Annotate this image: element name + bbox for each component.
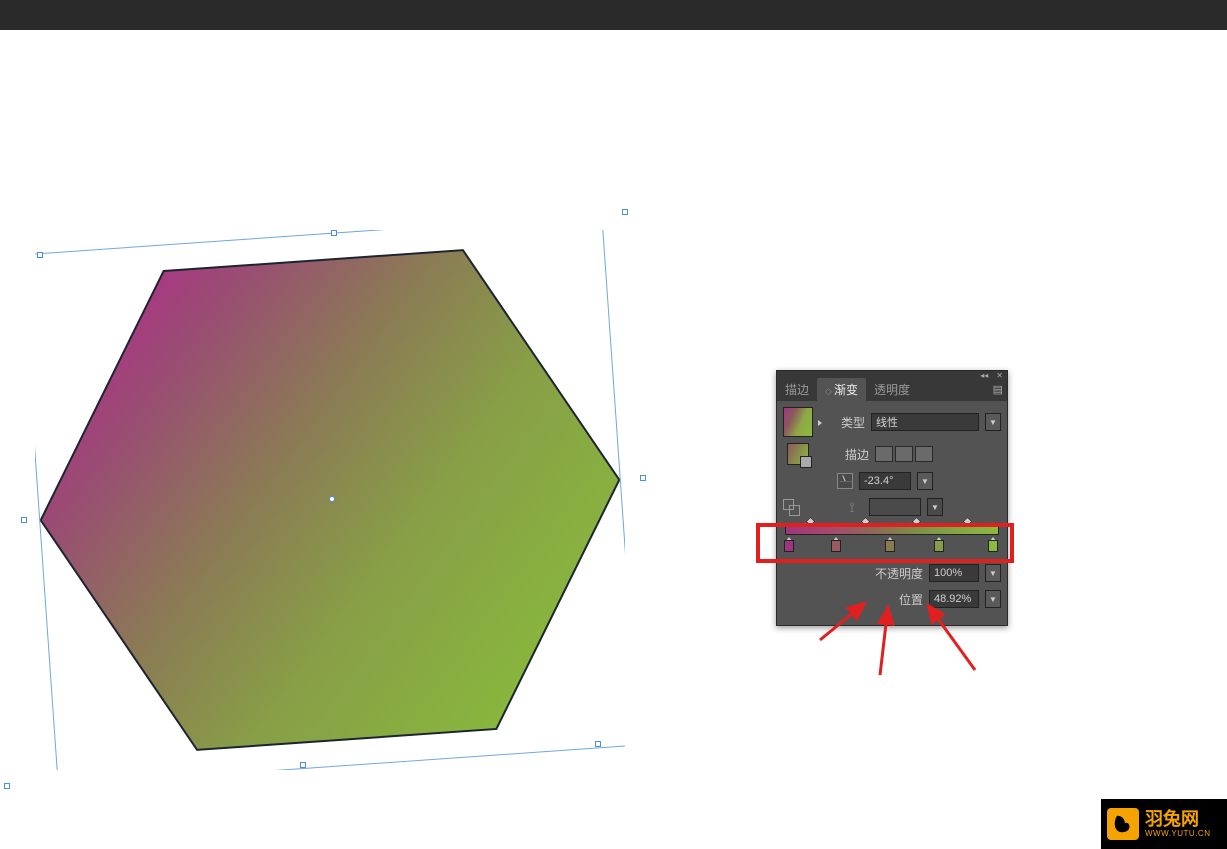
handle-bl[interactable] [4, 783, 10, 789]
gradient-stops [785, 537, 999, 555]
canvas[interactable]: ◂◂ ✕ 描边 ◇渐变 透明度 ▤ 类型 线性 ▼ 描边 [0, 30, 1227, 849]
angle-icon [837, 473, 853, 489]
angle-input[interactable]: -23.4° [859, 472, 911, 490]
panel-menu-icon[interactable]: ▤ [993, 383, 1003, 396]
opacity-stop-1[interactable] [806, 517, 816, 527]
ratio-dropdown-icon[interactable]: ▼ [927, 498, 943, 516]
opacity-input[interactable]: 100% [929, 564, 979, 582]
fill-stroke-swatch[interactable] [787, 443, 809, 465]
panel-body: 类型 线性 ▼ 描边 -23.4° ▼ [777, 401, 1007, 625]
ratio-icon: ⟟ [841, 499, 863, 516]
gradient-stop-3[interactable] [885, 537, 895, 551]
opacity-stop-2[interactable] [861, 517, 871, 527]
stroke-label: 描边 [839, 446, 869, 463]
stroke-align-3[interactable] [915, 446, 933, 462]
watermark-logo-icon [1107, 808, 1139, 840]
position-dropdown-icon[interactable]: ▼ [985, 590, 1001, 608]
watermark-cn: 羽兔网 [1145, 810, 1211, 830]
aspect-icon [783, 499, 801, 515]
watermark-en: WWW.YUTU.CN [1145, 830, 1211, 839]
stroke-align-2[interactable] [895, 446, 913, 462]
stroke-align-1[interactable] [875, 446, 893, 462]
gradient-stop-1[interactable] [784, 537, 794, 551]
handle-br[interactable] [595, 741, 601, 747]
type-label: 类型 [835, 414, 865, 431]
position-input[interactable]: 48.92% [929, 590, 979, 608]
gradient-swatch[interactable] [783, 407, 813, 437]
tab-stroke[interactable]: 描边 [777, 378, 817, 401]
opacity-stop-3[interactable] [912, 517, 922, 527]
gradient-stop-5[interactable] [988, 537, 998, 551]
stroke-align-buttons [875, 446, 933, 462]
handle-tl[interactable] [37, 252, 43, 258]
type-dropdown-icon[interactable]: ▼ [985, 413, 1001, 431]
position-label: 位置 [899, 591, 923, 608]
watermark: 羽兔网 WWW.YUTU.CN [1101, 799, 1227, 849]
handle-tr[interactable] [622, 209, 628, 215]
gradient-panel: ◂◂ ✕ 描边 ◇渐变 透明度 ▤ 类型 线性 ▼ 描边 [776, 370, 1008, 626]
angle-dropdown-icon[interactable]: ▼ [917, 472, 933, 490]
expand-icon: ◇ [825, 386, 832, 396]
panel-tabs: 描边 ◇渐变 透明度 ▤ [777, 379, 1007, 401]
handle-tm[interactable] [331, 230, 337, 236]
app-toolbar [0, 0, 1227, 30]
opacity-stop-4[interactable] [963, 517, 973, 527]
handle-mr[interactable] [640, 475, 646, 481]
tab-gradient[interactable]: ◇渐变 [817, 378, 866, 401]
tab-transparency[interactable]: 透明度 [866, 378, 918, 401]
opacity-label: 不透明度 [875, 565, 923, 582]
gradient-slider[interactable] [785, 523, 999, 555]
type-select[interactable]: 线性 [871, 413, 979, 431]
gradient-stop-4[interactable] [934, 537, 944, 551]
ratio-input[interactable] [869, 498, 921, 516]
handle-bm[interactable] [300, 762, 306, 768]
handle-ml[interactable] [21, 517, 27, 523]
opacity-dropdown-icon[interactable]: ▼ [985, 564, 1001, 582]
handle-center[interactable] [329, 496, 335, 502]
tab-gradient-label: 渐变 [834, 383, 858, 397]
gradient-stop-2[interactable] [831, 537, 841, 551]
